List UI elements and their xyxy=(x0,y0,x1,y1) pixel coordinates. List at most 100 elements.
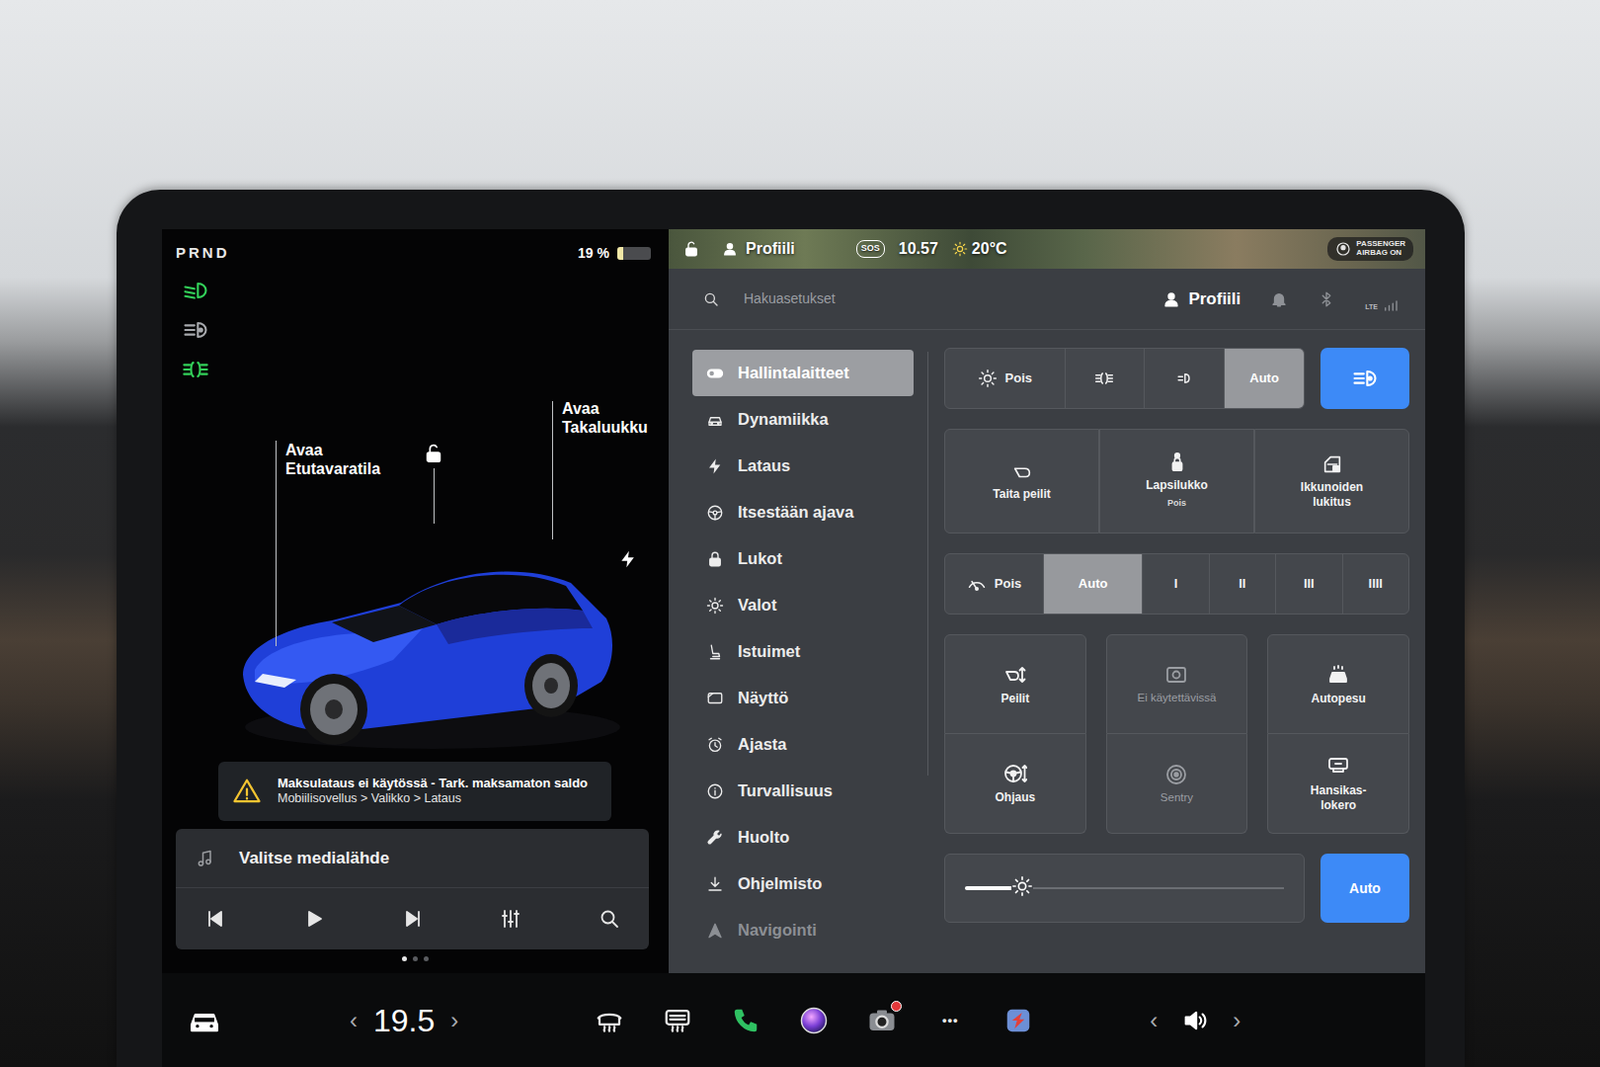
control-tile[interactable]: Autopesu xyxy=(1267,634,1410,734)
sidebar-item[interactable]: Ohjelmisto xyxy=(692,860,914,907)
sidebar-item[interactable]: Lataus xyxy=(692,442,914,489)
quick-tile[interactable]: Taita peilit xyxy=(944,428,1100,534)
car-wash-icon xyxy=(1326,662,1351,687)
headlight-mode-option[interactable] xyxy=(1065,348,1146,408)
temperature-up-button[interactable]: › xyxy=(450,1008,459,1033)
person-icon xyxy=(721,240,738,257)
sidebar-label: Navigointi xyxy=(737,917,817,943)
unlock-icon[interactable] xyxy=(422,442,445,465)
temperature-down-button[interactable]: ‹ xyxy=(349,1008,358,1033)
profile-button[interactable]: Profiili xyxy=(1162,286,1241,313)
brightness-row: Auto xyxy=(944,853,1410,923)
mirrors-icon xyxy=(1003,662,1028,687)
bell-icon[interactable] xyxy=(1270,290,1288,309)
charging-alert[interactable]: Maksulataus ei käytössä - Tark. maksamat… xyxy=(218,761,612,821)
sidebar-item[interactable]: Lukot xyxy=(692,535,914,582)
sidebar-item[interactable]: Hallintalaitteet xyxy=(692,349,914,397)
auto-high-beam-button[interactable] xyxy=(1320,347,1410,409)
sidebar-item[interactable]: Itsestään ajava xyxy=(692,488,914,536)
app-button[interactable] xyxy=(730,1005,761,1036)
parking-icon xyxy=(1174,368,1195,389)
vehicle-panel: PRND 19 % AvaaEtutavaratila AvaaTakaluukku M… xyxy=(161,229,669,973)
bluetooth-icon[interactable] xyxy=(1317,290,1336,309)
app-button[interactable] xyxy=(594,1005,625,1036)
sidebar-item[interactable]: Huolto xyxy=(692,813,914,861)
sidebar-item[interactable]: Näyttö xyxy=(692,674,914,721)
wiper-mode-option[interactable]: Pois xyxy=(945,554,1044,614)
control-tile[interactable]: Hansikas-lokero xyxy=(1267,733,1410,834)
airbag-status: PASSENGERAIRBAG ON xyxy=(1327,237,1414,261)
option-label: Pois xyxy=(1005,368,1033,389)
alert-text: Maksulataus ei käytössä - Tark. maksamat… xyxy=(277,775,588,807)
temperature: 20°C xyxy=(971,237,1008,261)
light-indicators xyxy=(175,266,655,384)
sidebar-label: Lukot xyxy=(737,546,783,571)
next-icon[interactable] xyxy=(400,906,425,931)
play-icon[interactable] xyxy=(302,906,326,931)
frunk-label: Etutavaratila xyxy=(285,459,381,479)
media-player: Valitse medialähde xyxy=(175,828,649,950)
headlight-mode-option[interactable] xyxy=(1144,348,1225,408)
wiper-mode-option[interactable]: III xyxy=(1276,554,1343,614)
headlight-mode-option[interactable]: Auto xyxy=(1224,348,1304,408)
app-button[interactable] xyxy=(662,1005,693,1036)
page-dot[interactable] xyxy=(401,956,407,961)
sidebar-item[interactable]: Dynamiikka xyxy=(692,396,914,443)
slider-track[interactable] xyxy=(964,886,1284,889)
auto-brightness-button[interactable]: Auto xyxy=(1320,853,1410,923)
battery-bar xyxy=(617,246,651,260)
profile-shortcut[interactable]: Profiili xyxy=(721,237,796,261)
wiper-mode-option[interactable]: I xyxy=(1142,554,1209,614)
option-label: II xyxy=(1238,573,1246,594)
open-trunk-button[interactable]: AvaaTakaluukku xyxy=(561,399,648,437)
sidebar-item[interactable]: Ajasta xyxy=(692,720,914,768)
search-icon[interactable] xyxy=(597,906,622,931)
media-source-row[interactable]: Valitse medialähde xyxy=(175,828,649,888)
control-tile[interactable]: Ohjaus xyxy=(944,733,1087,834)
volume-up-button[interactable]: › xyxy=(1232,1008,1241,1033)
fog-icon xyxy=(179,355,212,384)
steering-icon xyxy=(706,503,724,522)
wiper-mode-option[interactable]: II xyxy=(1209,554,1277,614)
sidebar-label: Istuimet xyxy=(737,639,800,664)
volume-icon[interactable] xyxy=(1181,1006,1209,1035)
sos-indicator[interactable]: SOS xyxy=(856,240,885,258)
page-dot[interactable] xyxy=(412,956,418,961)
app-button[interactable] xyxy=(1003,1005,1034,1036)
open-frunk-button[interactable]: AvaaEtutavaratila xyxy=(285,440,381,479)
wiper-mode-option[interactable]: IIII xyxy=(1343,554,1409,614)
quick-tile[interactable]: Ikkunoiden lukitus xyxy=(1254,428,1410,534)
sun-icon xyxy=(952,240,968,257)
tile-label: Ohjaus xyxy=(994,790,1036,804)
bolt-icon[interactable] xyxy=(618,549,639,569)
tile-label: Sentry xyxy=(1160,791,1194,805)
car-model[interactable] xyxy=(225,511,621,754)
sidebar-item[interactable]: Valot xyxy=(692,581,914,629)
sidebar-item[interactable]: Istuimet xyxy=(692,628,914,675)
headlight-mode-option[interactable]: Pois xyxy=(945,348,1066,408)
sidebar-item[interactable]: Turvallisuus xyxy=(692,767,914,814)
airbag-icon xyxy=(1335,240,1352,257)
unlock-icon[interactable] xyxy=(682,240,701,258)
sun-icon[interactable] xyxy=(1011,875,1034,897)
control-tile[interactable]: Peilit xyxy=(944,634,1087,734)
equalizer-icon[interactable] xyxy=(498,906,523,931)
battery-percent: 19 % xyxy=(577,242,610,264)
app-button[interactable] xyxy=(867,1005,897,1036)
settings-search-input[interactable] xyxy=(741,287,1149,311)
car-front-icon[interactable] xyxy=(187,1003,222,1038)
app-button[interactable] xyxy=(799,1005,829,1036)
gear-selector[interactable]: PRND xyxy=(175,241,231,265)
sidebar-item[interactable]: Navigointi xyxy=(692,906,914,954)
sidebar-label: Lataus xyxy=(737,453,791,479)
clock-icon xyxy=(706,735,724,754)
app-button[interactable]: ••• xyxy=(935,1005,965,1036)
wiper-mode-option[interactable]: Auto xyxy=(1043,554,1143,614)
quick-tile[interactable]: LapsilukkoPois xyxy=(1099,428,1255,534)
brightness-slider[interactable] xyxy=(944,853,1305,923)
settings-panel: ProfiiliSOS10.5720°CPASSENGERAIRBAG ONPr… xyxy=(668,229,1426,973)
volume-down-button[interactable]: ‹ xyxy=(1149,1008,1158,1033)
previous-icon[interactable] xyxy=(203,906,228,931)
temperature-value: 19.5 xyxy=(373,1004,435,1037)
page-dot[interactable] xyxy=(423,956,429,961)
